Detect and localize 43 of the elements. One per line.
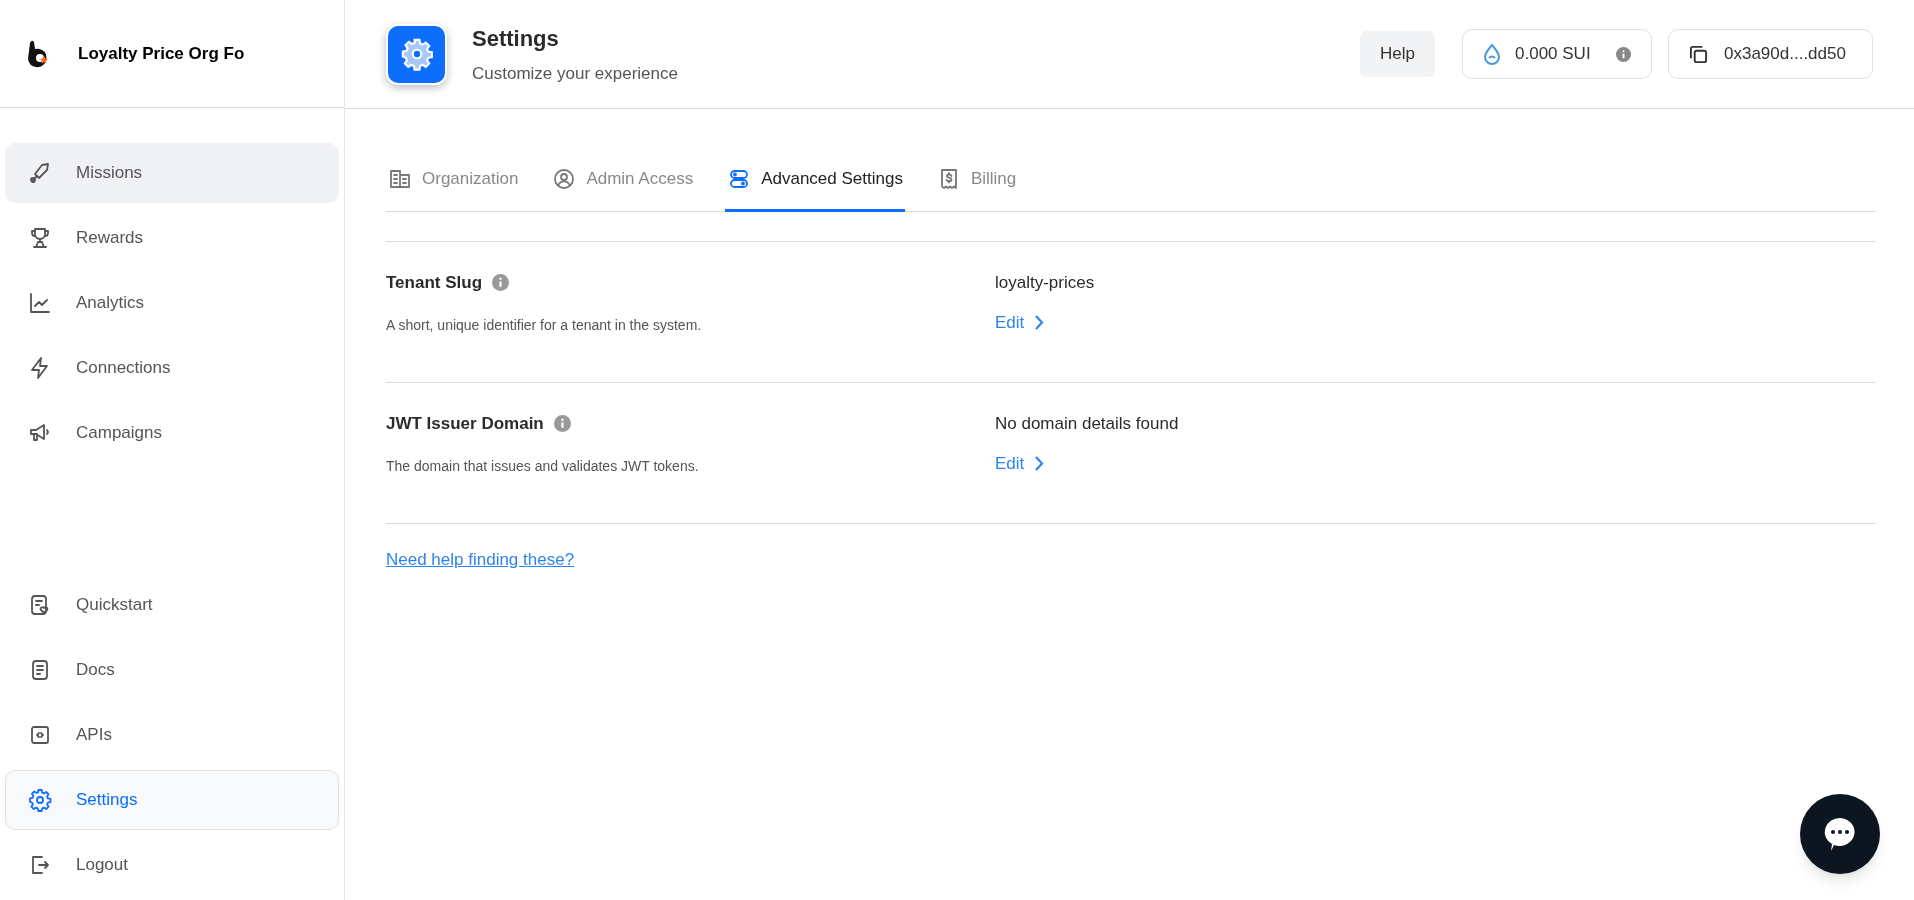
org-name: Loyalty Price Org Fo [78,42,245,65]
sidebar-item[interactable]: Campaigns [5,403,339,463]
sidebar-item[interactable]: Missions [5,143,339,203]
help-link[interactable]: Need help finding these? [386,547,575,573]
info-icon [1616,46,1631,62]
info-icon [553,415,571,433]
building-icon [388,167,412,191]
sidebar-item[interactable]: Logout [5,835,339,895]
tab[interactable]: Billing [934,149,1019,212]
sidebar-item[interactable]: Connections [5,338,339,398]
line-chart-icon [28,291,52,315]
sidebar-item[interactable]: Quickstart [5,575,339,635]
settings-icon [28,788,52,812]
setting-description: A short, unique identifier for a tenant in the system. [386,315,703,335]
balance-button[interactable]: 0.000 SUI [1462,29,1652,79]
sidebar-item[interactable]: APIs [5,705,339,765]
tab[interactable]: Advanced Settings [725,149,905,212]
tab[interactable]: Organization [386,149,521,212]
chevron-right-icon [1034,313,1045,331]
droplet-icon [1483,43,1501,65]
setting-title: JWT Issuer Domain [386,413,544,435]
sidebar-item[interactable]: Docs [5,640,339,700]
setting-value: No domain details found [995,413,1179,435]
page-subtitle: Customize your experience [472,62,678,85]
settings-app-icon [386,23,447,85]
setting-description: The domain that issues and validates JWT tokens. [386,456,700,476]
user-circle-icon [552,167,577,191]
chevron-right-icon [1034,454,1045,472]
sidebar-item[interactable]: Analytics [5,273,339,333]
trophy-icon [28,226,52,250]
tab[interactable]: Admin Access [550,149,696,212]
setting-title: Tenant Slug [386,272,482,294]
setting-value: loyalty-prices [995,272,1095,294]
sidebar-item[interactable]: Rewards [5,208,339,268]
edit-link[interactable]: Edit [995,450,1045,476]
copy-icon [1689,44,1708,64]
wallet-address-button[interactable]: 0x3a90d....dd50 [1668,29,1873,79]
help-button[interactable]: Help [1360,31,1435,77]
page-title: Settings [472,24,560,53]
sidebar-item[interactable]: Settings [5,770,339,830]
code-icon [28,723,52,747]
edit-link[interactable]: Edit [995,309,1045,335]
info-icon [492,274,509,292]
